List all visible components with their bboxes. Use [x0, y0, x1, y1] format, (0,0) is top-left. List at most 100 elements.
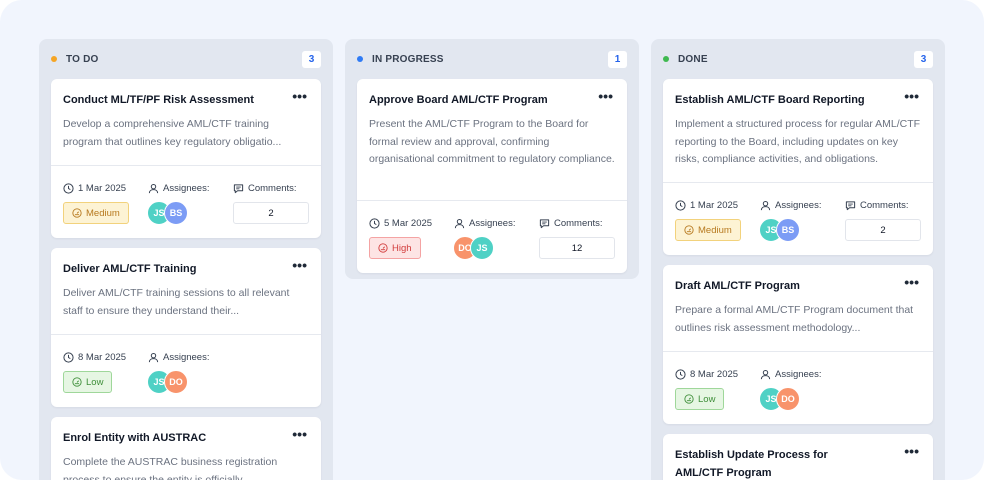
column-title: IN PROGRESS: [372, 53, 444, 65]
kanban-board: TO DO 3 Conduct ML/TF/PF Risk Assessment…: [0, 0, 984, 480]
more-options-icon[interactable]: •••: [292, 258, 307, 272]
gauge-icon: [72, 377, 82, 387]
avatar[interactable]: BS: [776, 218, 800, 242]
comments-label-text: Comments:: [860, 199, 909, 211]
priority-badge: Low: [675, 388, 725, 410]
comment-count[interactable]: 2: [233, 202, 309, 224]
priority-text: Medium: [698, 224, 732, 236]
comment-icon: [539, 218, 550, 228]
user-icon: [760, 200, 771, 210]
priority-badge: Low: [63, 371, 113, 393]
status-dot-icon: [357, 56, 363, 62]
more-options-icon[interactable]: •••: [904, 89, 919, 103]
user-icon: [454, 218, 465, 228]
priority-badge: High: [369, 237, 421, 259]
status-dot-icon: [51, 56, 57, 62]
column-todo: TO DO 3 Conduct ML/TF/PF Risk Assessment…: [39, 39, 333, 480]
card-title: Enrol Entity with AUSTRAC: [63, 432, 207, 444]
avatar[interactable]: JS: [470, 236, 494, 260]
column-header: DONE 3: [663, 39, 933, 79]
column-count-badge: 3: [302, 51, 321, 68]
due-date: 8 Mar 2025: [675, 366, 738, 382]
card-title: Establish AML/CTF Board Reporting: [675, 94, 865, 106]
comments-label-text: Comments:: [554, 217, 603, 229]
priority-text: High: [392, 242, 412, 254]
more-options-icon[interactable]: •••: [904, 275, 919, 289]
task-card[interactable]: Deliver AML/CTF Training ••• Deliver AML…: [51, 248, 321, 407]
column-header: IN PROGRESS 1: [357, 39, 627, 79]
assignee-avatars[interactable]: JS DO: [147, 370, 188, 394]
more-options-icon[interactable]: •••: [292, 427, 307, 441]
priority-badge: Medium: [675, 219, 741, 241]
gauge-icon: [72, 208, 82, 218]
user-icon: [760, 369, 771, 379]
comment-icon: [845, 200, 856, 210]
column-count-badge: 3: [914, 51, 933, 68]
clock-icon: [369, 217, 380, 229]
due-date: 1 Mar 2025: [675, 197, 738, 213]
more-options-icon[interactable]: •••: [292, 89, 307, 103]
comments-label: Comments:: [845, 197, 909, 213]
assignees-label-text: Assignees:: [163, 182, 210, 194]
task-card[interactable]: Establish AML/CTF Board Reporting ••• Im…: [663, 79, 933, 255]
comments-label-text: Comments:: [248, 182, 297, 194]
card-title: Draft AML/CTF Program: [675, 280, 800, 292]
comment-count[interactable]: 2: [845, 219, 921, 241]
comments-label: Comments:: [539, 215, 603, 231]
assignees-label-text: Assignees:: [469, 217, 516, 229]
user-icon: [148, 352, 159, 362]
gauge-icon: [684, 394, 694, 404]
avatar[interactable]: BS: [164, 201, 188, 225]
card-title: Approve Board AML/CTF Program: [369, 94, 548, 106]
task-card[interactable]: Approve Board AML/CTF Program ••• Presen…: [357, 79, 627, 273]
assignees-label: Assignees:: [454, 215, 515, 231]
assignees-label: Assignees:: [148, 349, 209, 365]
card-description: Prepare a formal AML/CTF Program documen…: [675, 304, 914, 334]
clock-icon: [675, 368, 686, 380]
card-description: Deliver AML/CTF training sessions to all…: [63, 287, 290, 317]
assignees-label: Assignees:: [760, 366, 821, 382]
assignee-avatars[interactable]: DO JS: [453, 236, 494, 260]
assignee-avatars[interactable]: JS BS: [759, 218, 800, 242]
assignees-label: Assignees:: [148, 180, 209, 196]
due-date-text: 1 Mar 2025: [690, 199, 739, 211]
column-title: DONE: [678, 53, 708, 65]
task-card[interactable]: Conduct ML/TF/PF Risk Assessment ••• Dev…: [51, 79, 321, 238]
avatar[interactable]: DO: [776, 387, 800, 411]
priority-badge: Medium: [63, 202, 129, 224]
due-date-text: 8 Mar 2025: [690, 368, 739, 380]
comment-count[interactable]: 12: [539, 237, 615, 259]
more-options-icon[interactable]: •••: [598, 89, 613, 103]
column-title: TO DO: [66, 53, 99, 65]
comments-label: Comments:: [233, 180, 297, 196]
priority-text: Low: [86, 376, 104, 388]
due-date-text: 8 Mar 2025: [78, 351, 127, 363]
card-description: Complete the AUSTRAC business registrati…: [63, 456, 278, 480]
user-icon: [148, 183, 159, 193]
task-card[interactable]: Enrol Entity with AUSTRAC ••• Complete t…: [51, 417, 321, 480]
gauge-icon: [378, 243, 388, 253]
comment-icon: [233, 183, 244, 193]
assignee-avatars[interactable]: JS BS: [147, 201, 188, 225]
clock-icon: [63, 182, 74, 194]
card-title: Conduct ML/TF/PF Risk Assessment: [63, 94, 254, 106]
avatar[interactable]: DO: [164, 370, 188, 394]
assignees-label-text: Assignees:: [775, 199, 822, 211]
due-date-text: 1 Mar 2025: [78, 182, 127, 194]
assignees-label-text: Assignees:: [163, 351, 210, 363]
more-options-icon[interactable]: •••: [904, 444, 919, 458]
gauge-icon: [684, 225, 694, 235]
priority-text: Medium: [86, 207, 120, 219]
column-done: DONE 3 Establish AML/CTF Board Reporting…: [651, 39, 945, 480]
card-title: Deliver AML/CTF Training: [63, 263, 197, 275]
card-description: Implement a structured process for regul…: [675, 118, 921, 165]
column-count-badge: 1: [608, 51, 627, 68]
assignee-avatars[interactable]: JS DO: [759, 387, 800, 411]
column-in-progress: IN PROGRESS 1 Approve Board AML/CTF Prog…: [345, 39, 639, 279]
clock-icon: [63, 351, 74, 363]
due-date: 5 Mar 2025: [369, 215, 432, 231]
status-dot-icon: [663, 56, 669, 62]
task-card[interactable]: Establish Update Process for AML/CTF Pro…: [663, 434, 933, 480]
card-description: Present the AML/CTF Program to the Board…: [369, 118, 615, 165]
task-card[interactable]: Draft AML/CTF Program ••• Prepare a form…: [663, 265, 933, 424]
